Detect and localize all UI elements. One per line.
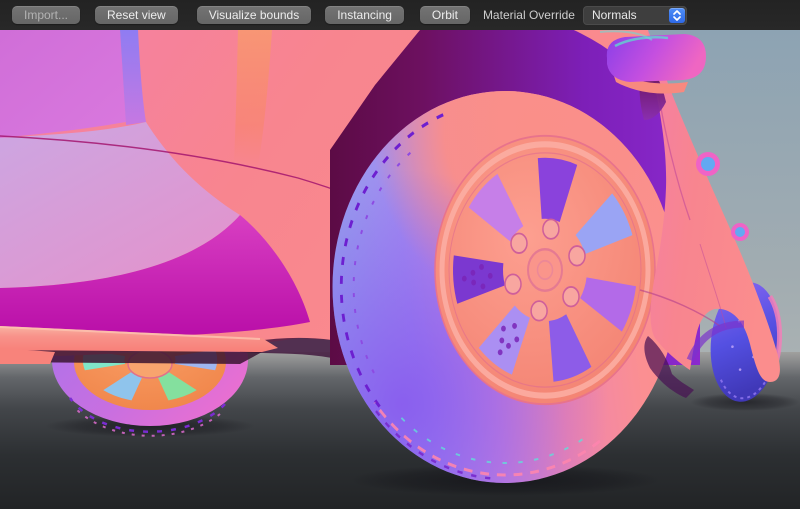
material-override-label: Material Override: [483, 8, 575, 22]
door-panel: [0, 30, 126, 138]
import-button[interactable]: Import...: [12, 6, 80, 24]
instancing-button[interactable]: Instancing: [325, 6, 404, 24]
orbit-button[interactable]: Orbit: [420, 6, 470, 24]
front-left-rim: [435, 136, 655, 404]
material-override-dropdown[interactable]: Normals: [583, 6, 687, 25]
viewport-3d[interactable]: [0, 30, 800, 509]
material-override-value: Normals: [584, 8, 637, 22]
model-viewer-window: Import... Reset view Visualize bounds In…: [0, 0, 800, 509]
center-cap: [528, 249, 562, 290]
toolbar: Import... Reset view Visualize bounds In…: [0, 0, 800, 30]
reset-view-button[interactable]: Reset view: [95, 6, 178, 24]
model-canvas: [0, 30, 800, 509]
visualize-bounds-button[interactable]: Visualize bounds: [197, 6, 312, 24]
up-down-chevrons-icon: [669, 8, 685, 23]
